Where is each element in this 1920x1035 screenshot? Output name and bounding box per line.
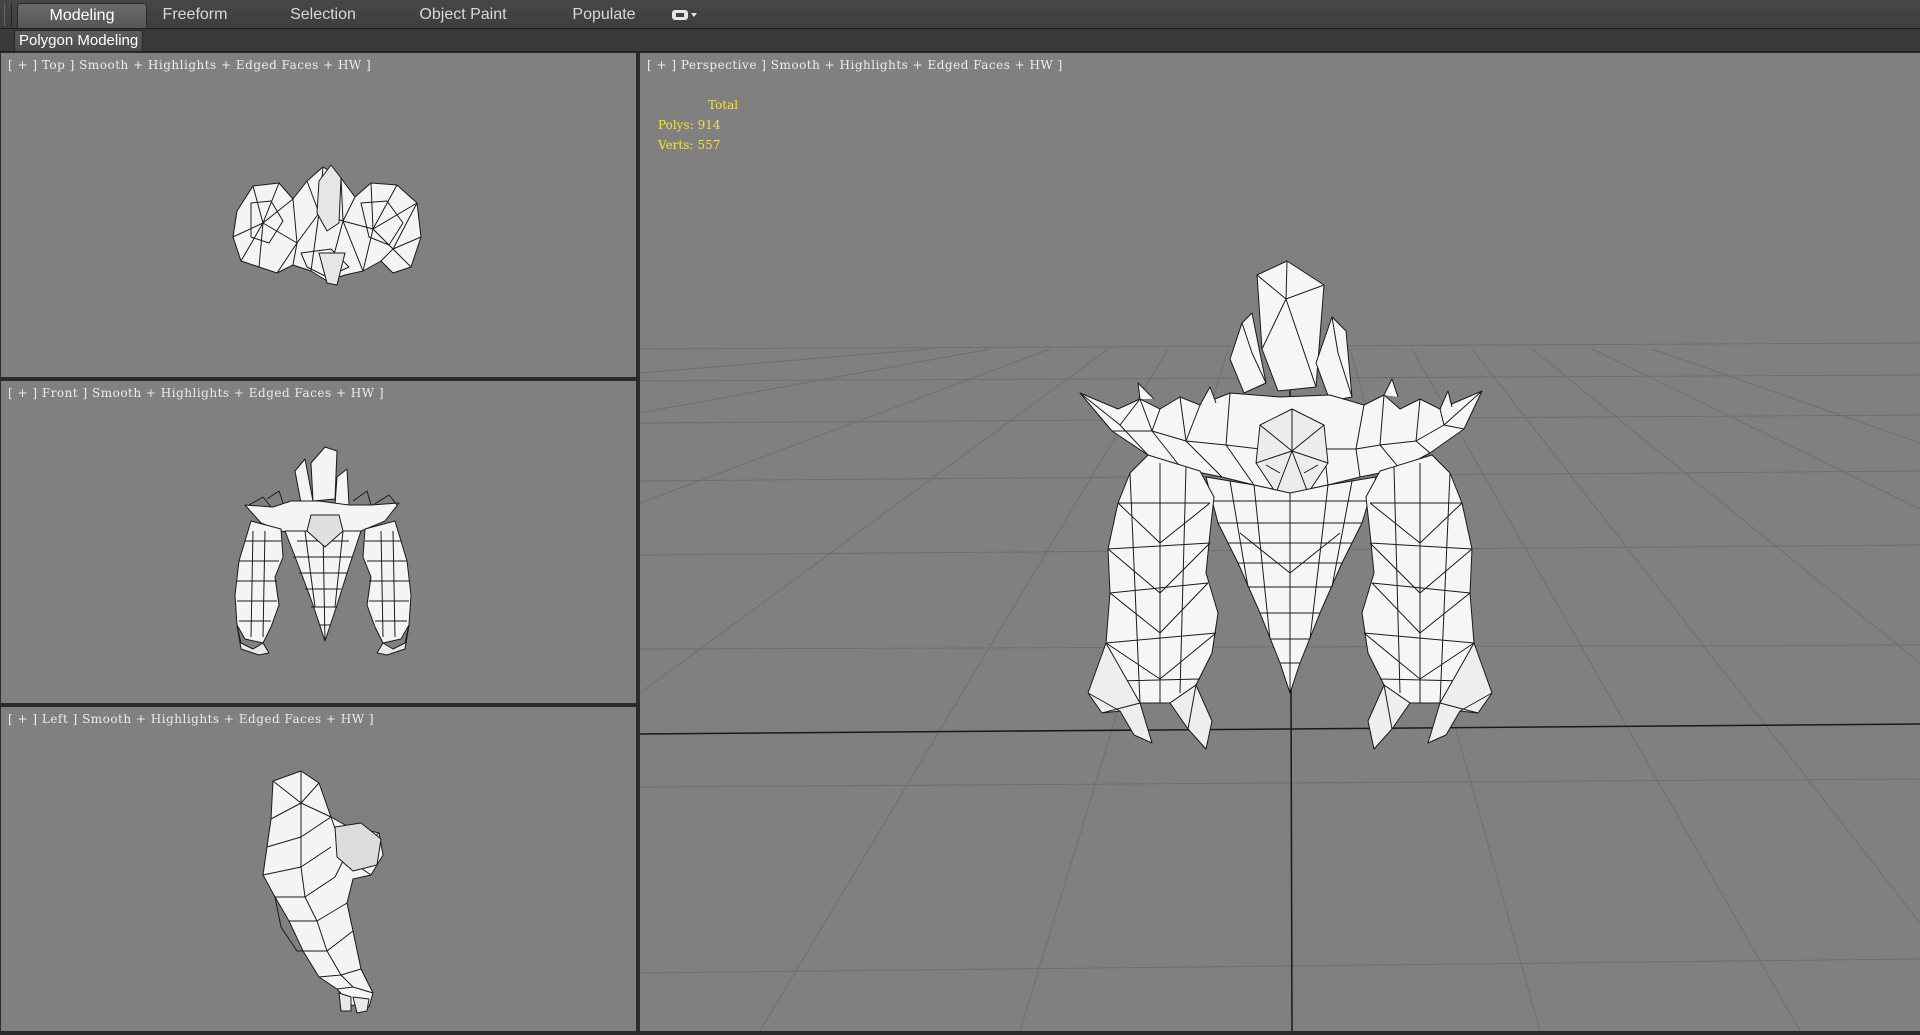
creature-mesh — [1079, 260, 1493, 750]
ribbon-toggle-icon — [672, 10, 688, 20]
viewport-label-front[interactable]: [ + ] Front ] Smooth + Highlights + Edge… — [8, 386, 384, 400]
tab-modeling[interactable]: Modeling — [17, 3, 147, 28]
viewport-left[interactable]: [ + ] Left ] Smooth + Highlights + Edged… — [1, 707, 636, 1031]
viewport-label-left[interactable]: [ + ] Left ] Smooth + Highlights + Edged… — [8, 712, 374, 726]
ribbon-options-dropdown[interactable] — [672, 6, 706, 24]
chevron-down-icon — [691, 13, 697, 17]
stats-polys-label: Polys: — [658, 118, 694, 132]
polygon-modeling-button[interactable]: Polygon Modeling — [14, 30, 144, 52]
viewport-perspective[interactable]: [ + ] Perspective ] Smooth + Highlights … — [640, 53, 1920, 1031]
top-view-mesh — [232, 164, 422, 286]
front-view-mesh — [234, 446, 412, 656]
tab-freeform[interactable]: Freeform — [150, 3, 240, 27]
stats-verts-value: 557 — [697, 138, 721, 152]
stats-polys-value: 914 — [697, 118, 721, 132]
stats-verts-label: Verts: — [658, 138, 694, 152]
tab-populate[interactable]: Populate — [560, 3, 648, 27]
tab-selection[interactable]: Selection — [278, 3, 368, 27]
ribbon-tab-bar: Modeling Freeform Selection Object Paint… — [0, 0, 1920, 29]
tab-object-paint[interactable]: Object Paint — [408, 3, 518, 27]
3dsmax-window: Modeling Freeform Selection Object Paint… — [0, 0, 1920, 1035]
viewport-label-top[interactable]: [ + ] Top ] Smooth + Highlights + Edged … — [8, 58, 371, 72]
left-view-mesh — [262, 770, 384, 1014]
perspective-grid-and-mesh — [640, 260, 1920, 1031]
ribbon-panel: Polygon Modeling — [0, 29, 1920, 52]
ribbon-grip-handle[interactable] — [4, 4, 12, 26]
viewport-top[interactable]: [ + ] Top ] Smooth + Highlights + Edged … — [1, 53, 636, 377]
viewport-front[interactable]: [ + ] Front ] Smooth + Highlights + Edge… — [1, 381, 636, 703]
viewport-label-perspective[interactable]: [ + ] Perspective ] Smooth + Highlights … — [647, 58, 1063, 72]
stats-total-header: Total — [708, 98, 739, 112]
polygon-stats-overlay: Total Polys: 914 Verts: 557 — [658, 95, 738, 155]
status-strip — [0, 1031, 1920, 1035]
